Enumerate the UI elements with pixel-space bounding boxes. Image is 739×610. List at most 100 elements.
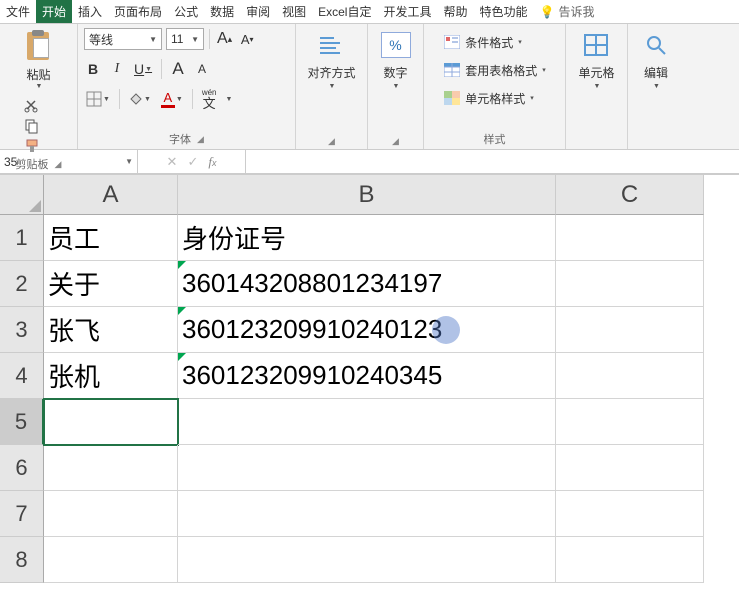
paste-button[interactable]: 粘贴 ▼ (23, 28, 55, 92)
underline-button[interactable]: U▼ (132, 58, 154, 80)
phonetic-guide-button[interactable]: wén文 (200, 88, 219, 110)
row-header-3[interactable]: 3 (0, 307, 44, 353)
cell-c2[interactable] (556, 261, 704, 307)
tab-file[interactable]: 文件 (0, 0, 36, 23)
font-size-value: 11 (171, 32, 183, 46)
cell-c5[interactable] (556, 399, 704, 445)
font-name-combo[interactable]: 等线▼ (84, 28, 162, 50)
row-header-5[interactable]: 5 (0, 399, 44, 445)
alignment-button[interactable]: 对齐方式 ▼ (303, 28, 359, 94)
insert-function-button[interactable]: fx (208, 154, 216, 170)
row-header-4[interactable]: 4 (0, 353, 44, 399)
copy-button[interactable] (23, 118, 41, 134)
cell-b7[interactable] (178, 491, 556, 537)
chevron-down-icon: ▼ (594, 83, 601, 90)
increase-font-button[interactable]: A▴ (215, 28, 234, 50)
format-as-table-button[interactable]: 套用表格格式▾ (443, 58, 546, 82)
cell-c7[interactable] (556, 491, 704, 537)
tab-developer[interactable]: 开发工具 (377, 0, 437, 23)
tab-formulas[interactable]: 公式 (168, 0, 204, 23)
row-header-7[interactable]: 7 (0, 491, 44, 537)
tell-me-search[interactable]: 💡 告诉我 (540, 0, 595, 23)
tab-insert[interactable]: 插入 (72, 0, 108, 23)
cell-a4[interactable]: 张机 (44, 353, 178, 399)
tab-home[interactable]: 开始 (36, 0, 72, 23)
italic-button[interactable]: I (108, 58, 126, 80)
row-header-2[interactable]: 2 (0, 261, 44, 307)
group-clipboard: 粘贴 ▼ 剪贴板◢ (0, 24, 78, 149)
ribbon-tabs: 文件 开始 插入 页面布局 公式 数据 审阅 视图 Excel自定 开发工具 帮… (0, 0, 739, 24)
shrink-font-a-button[interactable]: A (193, 58, 211, 80)
cell-styles-button[interactable]: 单元格样式▾ (443, 86, 534, 110)
cell-a7[interactable] (44, 491, 178, 537)
tab-help[interactable]: 帮助 (438, 0, 474, 23)
cell-b6[interactable] (178, 445, 556, 491)
col-header-c[interactable]: C (556, 175, 704, 215)
cell-a5[interactable] (44, 399, 178, 445)
select-all-corner[interactable] (0, 175, 44, 215)
row-header-1[interactable]: 1 (0, 215, 44, 261)
col-header-b[interactable]: B (178, 175, 556, 215)
tab-data[interactable]: 数据 (204, 0, 240, 23)
format-painter-button[interactable] (23, 138, 41, 154)
tab-excel-custom[interactable]: Excel自定 (312, 0, 377, 23)
formula-input[interactable] (246, 150, 739, 173)
tab-view[interactable]: 视图 (276, 0, 312, 23)
cell-b4[interactable]: 360123209910240345 (178, 353, 556, 399)
grow-font-a-button[interactable]: A (169, 58, 187, 80)
paste-label: 粘贴 (26, 66, 50, 83)
cell-styles-label: 单元格样式 (465, 90, 525, 107)
group-font: 等线▼ 11▼ A▴ A▾ B I U▼ A A ▼ ▼ A▼ wén文▼ (78, 24, 296, 149)
decrease-font-button[interactable]: A▾ (238, 28, 256, 50)
cell-c1[interactable] (556, 215, 704, 261)
cell-b5[interactable] (178, 399, 556, 445)
cell-a1[interactable]: 员工 (44, 215, 178, 261)
formula-bar: 35 ▼ ✕ ✓ fx (0, 150, 739, 174)
number-format-button[interactable]: % 数字 ▼ (377, 28, 415, 94)
format-table-icon (443, 62, 461, 78)
borders-button[interactable]: ▼ (84, 88, 112, 110)
cell-c4[interactable] (556, 353, 704, 399)
fill-color-button[interactable]: ▼ (127, 88, 153, 110)
enter-formula-button[interactable]: ✓ (187, 154, 198, 170)
cancel-formula-button[interactable]: ✕ (167, 154, 178, 170)
cell-b1[interactable]: 身份证号 (178, 215, 556, 261)
cells-button[interactable]: 单元格 ▼ (574, 28, 618, 94)
error-indicator-icon (178, 261, 186, 269)
cut-button[interactable] (23, 98, 41, 114)
cell-b2[interactable]: 360143208801234197 (178, 261, 556, 307)
cell-a3[interactable]: 张飞 (44, 307, 178, 353)
cell-c3[interactable] (556, 307, 704, 353)
cell-c6[interactable] (556, 445, 704, 491)
group-styles: 条件格式▾ 套用表格格式▾ 单元格样式▾ 样式 (424, 24, 566, 149)
cell-a2[interactable]: 关于 (44, 261, 178, 307)
cell-b3[interactable]: 360123209910240123 (178, 307, 556, 353)
chevron-down-icon: ▼ (329, 83, 336, 90)
font-color-button[interactable]: A▼ (159, 88, 185, 110)
font-size-combo[interactable]: 11▼ (166, 28, 204, 50)
worksheet-grid: 1 2 3 4 5 6 7 8 A B C 员工 身份证号 关于 3601432… (0, 174, 739, 610)
paste-icon (25, 30, 53, 64)
row-header-8[interactable]: 8 (0, 537, 44, 583)
row-header-6[interactable]: 6 (0, 445, 44, 491)
col-header-a[interactable]: A (44, 175, 178, 215)
dialog-launcher-icon[interactable]: ◢ (392, 136, 399, 147)
group-clipboard-label: 剪贴板 (16, 156, 49, 172)
editing-button[interactable]: 编辑 ▼ (638, 28, 674, 94)
dialog-launcher-icon[interactable]: ◢ (55, 159, 62, 170)
find-icon (642, 32, 670, 58)
bold-button[interactable]: B (84, 58, 102, 80)
error-indicator-icon (178, 353, 186, 361)
cell-a8[interactable] (44, 537, 178, 583)
chevron-down-icon: ▼ (36, 83, 43, 90)
editing-label: 编辑 (644, 64, 668, 81)
tab-review[interactable]: 审阅 (240, 0, 276, 23)
tab-page-layout[interactable]: 页面布局 (108, 0, 168, 23)
dialog-launcher-icon[interactable]: ◢ (197, 134, 204, 145)
cell-a6[interactable] (44, 445, 178, 491)
cell-b8[interactable] (178, 537, 556, 583)
cell-c8[interactable] (556, 537, 704, 583)
conditional-formatting-button[interactable]: 条件格式▾ (443, 30, 522, 54)
dialog-launcher-icon[interactable]: ◢ (328, 136, 335, 147)
tab-special[interactable]: 特色功能 (474, 0, 534, 23)
